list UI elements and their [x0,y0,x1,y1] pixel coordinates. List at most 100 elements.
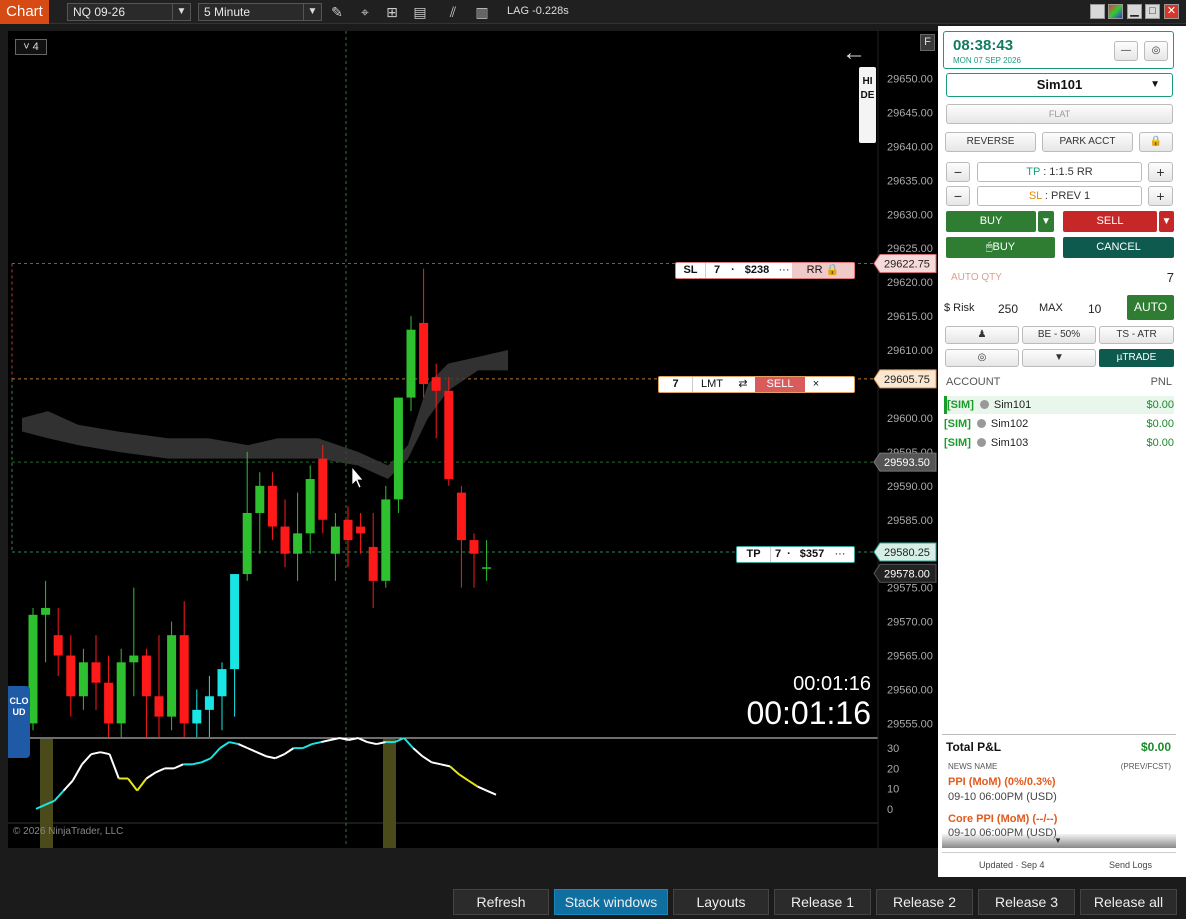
sl-setting[interactable]: SL : PREV 1 [977,186,1142,206]
oscillator-segment [477,785,488,792]
instrument-value: NQ 09-26 [73,5,126,19]
limit-cancel-icon[interactable]: × [805,377,827,392]
clock-date: MON 07 SEP 2026 [953,56,1021,65]
limit-order-line[interactable]: 7 LMT ⇄ SELL × [658,376,855,393]
breakeven-button[interactable]: BE - 50% [1022,326,1096,344]
account-row[interactable]: [SIM] Sim101 $0.00 [944,396,1174,414]
interval-selector[interactable]: 5 Minute ▼ [198,3,322,21]
tp-label: TP [737,547,771,562]
cloud-tab[interactable]: CLOUD [8,686,30,758]
account-selector[interactable]: Sim101 ▼ [946,73,1173,97]
tp-qty: 7 [774,548,782,560]
oscillator-segment [145,771,157,780]
candle-body [41,608,51,615]
candle-body [141,655,151,697]
sl-order-line[interactable]: SL 7 · $238 ··· RR 🔒 [675,262,855,279]
hide-tab[interactable]: HIDE [859,67,876,143]
pencil-icon[interactable]: ✎ [328,4,346,20]
status-dot-icon [979,400,989,409]
sl-plus-button[interactable]: + [1148,186,1173,206]
release-1-button[interactable]: Release 1 [774,889,871,915]
data-series-icon[interactable]: ▥ [473,4,491,20]
settings-icon[interactable]: ◎ [1144,41,1168,61]
limit-side[interactable]: SELL [755,377,805,392]
release-all-button[interactable]: Release all [1080,889,1177,915]
candle-body [154,696,164,717]
park-account-button[interactable]: PARK ACCT [1042,132,1133,152]
chart-panel[interactable]: 29650.00 29645.00 29640.00 29635.00 29630.00… [8,31,938,848]
maximize-icon[interactable]: □ [1145,4,1160,19]
oscillator-segment [366,741,377,746]
osc-highlight [383,739,396,848]
tp-minus-button[interactable]: − [946,162,970,182]
sl-minus-button[interactable]: − [946,186,970,206]
pnl-header: PNL [1150,376,1172,388]
total-pnl-label: Total P&L [946,740,1002,754]
send-logs-link[interactable]: Send Logs [1109,860,1152,870]
candle-body [368,546,378,581]
trade-panel: 08:38:43 MON 07 SEP 2026 — ◎ Sim101 ▼ FL… [938,26,1186,877]
mouse-buy-button[interactable]: 🖱BUY [946,237,1055,258]
trailing-stop-button[interactable]: TS - ATR [1099,326,1174,344]
crosshair-icon[interactable]: ⌖ [356,4,374,20]
auto-button[interactable]: AUTO [1127,295,1174,320]
refresh-icon[interactable]: ⇄ [731,377,755,392]
risk-value[interactable]: 250 [998,302,1018,316]
refresh-button[interactable]: Refresh [453,889,549,915]
sl-rr-label: RR [806,264,823,276]
oscillator-segment [467,779,479,788]
drawing-tools-icon[interactable]: ⊞ [383,4,401,20]
account-name: Sim101 [993,399,1032,411]
max-value[interactable]: 10 [1088,302,1101,316]
sl-label: SL [676,263,706,278]
chevron-down-icon[interactable]: ▼ [1054,836,1062,845]
release-3-button[interactable]: Release 3 [978,889,1075,915]
chevron-down-icon[interactable]: ▼ [1150,74,1160,96]
sell-dropdown-icon[interactable]: ▼ [1159,211,1174,232]
oscillator-segment [100,751,110,756]
target-icon[interactable]: ◎ [945,349,1019,367]
chevron-down-icon[interactable]: ▼ [303,4,321,20]
account-row[interactable]: [SIM] Sim102 $0.00 [944,415,1174,433]
sl-rr-tag[interactable]: RR 🔒 [792,263,854,278]
buy-dropdown-icon[interactable]: ▼ [1038,211,1054,232]
microtrade-button[interactable]: µTRADE [1099,349,1174,367]
oscillator-segment [108,753,120,779]
tp-order-line[interactable]: TP 7 · $357 ··· [736,546,855,563]
person-icon[interactable]: ♟ [945,326,1019,344]
collapse-button[interactable]: — [1114,41,1138,61]
instrument-selector[interactable]: NQ 09-26 ▼ [67,3,191,21]
cancel-button[interactable]: CANCEL [1063,237,1174,258]
release-2-button[interactable]: Release 2 [876,889,973,915]
sl-more-icon[interactable]: ··· [776,263,792,278]
tp-setting[interactable]: TP : 1:1.5 RR [977,162,1142,182]
reverse-button[interactable]: REVERSE [945,132,1036,152]
stack-windows-button[interactable]: Stack windows [554,889,668,915]
tp-plus-button[interactable]: + [1148,162,1173,182]
sell-button[interactable]: SELL [1063,211,1157,232]
account-name: Sim103 [990,437,1029,449]
osc-tick-label: 20 [887,763,899,775]
cloud-band [22,350,508,480]
clock-box: 08:38:43 MON 07 SEP 2026 — ◎ [943,31,1174,69]
layouts-button[interactable]: Layouts [673,889,769,915]
lock-icon[interactable]: 🔒 [1139,132,1173,152]
tp-more-icon[interactable]: ··· [831,547,849,562]
account-row[interactable]: [SIM] Sim103 $0.00 [944,434,1174,452]
news-title[interactable]: PPI (MoM) (0%/0.3%) [948,776,1056,788]
restore-icon[interactable]: ▁ [1127,4,1142,19]
indicators-icon[interactable]: ▤ [411,4,429,20]
dropdown-icon[interactable]: ▼ [1022,349,1096,367]
bars-toggle[interactable]: ˅ 4 [15,39,47,55]
limit-price-tag-label: 29605.75 [884,374,930,386]
chevron-down-icon[interactable]: ▼ [172,4,190,20]
close-icon[interactable]: ✕ [1164,4,1179,19]
f-button[interactable]: F [920,34,935,51]
buy-button[interactable]: BUY [946,211,1036,232]
news-title[interactable]: Core PPI (MoM) (--/--) [948,813,1057,825]
minimize-icon[interactable] [1090,4,1105,19]
color-icon[interactable] [1108,4,1123,19]
strategies-icon[interactable]: ⫽ [444,4,462,20]
back-arrow-icon[interactable]: ← [842,39,866,67]
oscillator-segment [247,747,258,754]
